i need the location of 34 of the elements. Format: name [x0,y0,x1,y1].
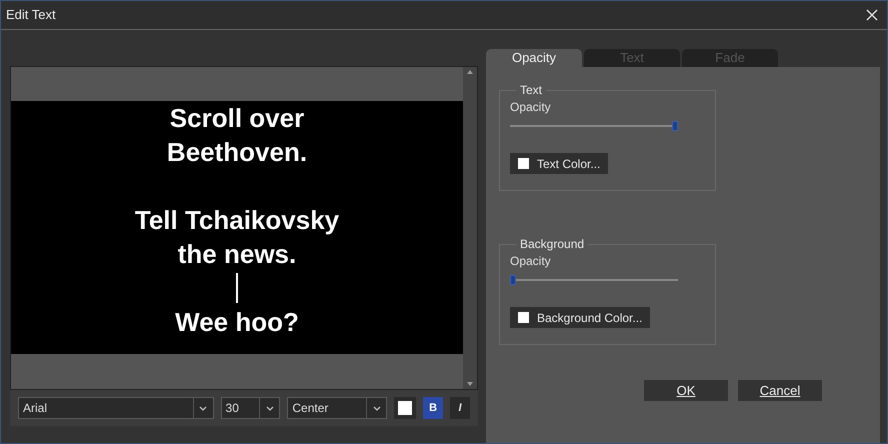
editor-text-line: Scroll over [170,102,304,135]
color-button[interactable]: Background Color... [510,307,650,328]
slider-label: Opacity [510,253,552,269]
group-title: Text [519,82,544,99]
group-title: Background [519,236,586,253]
text-color-swatch[interactable] [398,401,412,415]
slider-thumb[interactable] [672,121,678,131]
editor-text-line: Beethoven. [166,136,308,169]
color-button[interactable]: Text Color... [510,153,608,174]
slider-label: Opacity [510,99,552,115]
tab[interactable]: Opacity [486,49,582,67]
dropdown[interactable]: Center [287,397,388,419]
slider-thumb[interactable] [510,275,516,285]
cancel-button[interactable]: Cancel [738,380,822,401]
chevron-down-icon [199,406,208,410]
text-cursor [236,273,238,303]
scroll-down-icon[interactable] [467,382,473,386]
scrollbar[interactable] [463,67,477,389]
bold-button[interactable]: B [423,397,444,419]
editor-text-line: Wee hoo? [175,306,299,339]
close-icon[interactable] [866,9,878,21]
dropdown[interactable]: 30 [220,397,280,419]
chevron-down-icon [372,406,381,410]
scroll-up-icon[interactable] [467,70,473,74]
text-editor[interactable]: Scroll over Beethoven. Tell Tchaikovsky the news. Wee hoo? [10,66,478,390]
ok-button[interactable]: OK [644,380,728,401]
italic-button[interactable]: I [450,397,470,419]
editor-text-line: Tell Tchaikovsky [134,204,340,237]
editor-text-line: the news. [178,238,296,271]
dropdown[interactable]: Arial [18,397,214,419]
opacity-slider[interactable] [510,121,678,131]
chevron-down-icon [266,406,274,410]
opacity-slider[interactable] [510,275,678,285]
window-title: Edit Text [6,6,56,24]
